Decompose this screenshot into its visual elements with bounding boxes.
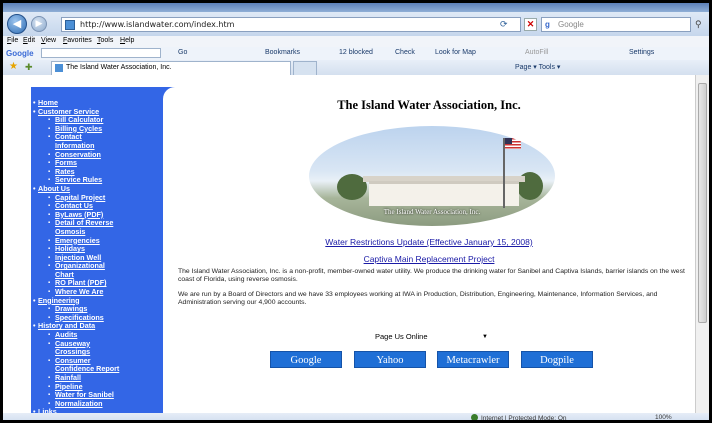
nav-emergencies[interactable]: Emergencies (31, 236, 163, 246)
google-button[interactable]: Google (270, 351, 342, 368)
title-bar (3, 3, 709, 12)
zoom-level[interactable]: 100% (655, 414, 672, 420)
nav-reverse-osmosis[interactable]: Detail of Reverse (31, 219, 163, 228)
nav-rainfall[interactable]: Rainfall (31, 373, 163, 383)
browser-window: ◀ ▶ http://www.islandwater.com/index.htm… (0, 0, 712, 423)
nav-conservation[interactable]: Conservation (31, 150, 163, 160)
vertical-scrollbar[interactable] (695, 75, 709, 413)
command-bar[interactable]: Page ▾ Tools ▾ (515, 63, 560, 71)
favorites-star-icon[interactable]: ★ (9, 61, 18, 72)
american-flag-icon (505, 138, 521, 149)
globe-icon (471, 414, 478, 420)
nav-forms[interactable]: Forms (31, 159, 163, 168)
google-toolbar: Google Go Bookmarks 12 blocked Check Loo… (3, 47, 709, 60)
security-zone-label: Internet | Protected Mode: On (481, 415, 567, 422)
nav-org-chart[interactable]: Organizational (31, 262, 163, 271)
menu-help[interactable]: Help (120, 37, 134, 44)
bookmarks-button[interactable]: Bookmarks (265, 49, 300, 56)
google-go-button[interactable]: Go (178, 49, 187, 56)
yahoo-button[interactable]: Yahoo (354, 351, 426, 368)
tab-active[interactable]: The Island Water Association, Inc. (51, 61, 291, 75)
search-icon[interactable]: ⚲ (695, 19, 702, 30)
url-input[interactable]: http://www.islandwater.com/index.htm (61, 17, 521, 32)
water-restrictions-link[interactable]: Water Restrictions Update (Effective Jan… (163, 237, 695, 247)
menu-edit[interactable]: Edit (23, 37, 35, 44)
scrollbar-thumb[interactable] (698, 83, 707, 323)
nav-audits[interactable]: Audits (31, 330, 163, 340)
tab-bar: ★ ✚ The Island Water Association, Inc. P… (3, 60, 709, 75)
status-bar: Internet | Protected Mode: On 100% (3, 413, 709, 422)
google-toolbar-logo: Google (6, 49, 34, 58)
address-bar: ◀ ▶ http://www.islandwater.com/index.htm… (3, 12, 709, 36)
search-input[interactable]: Google (541, 17, 691, 32)
nav-capital-project[interactable]: Capital Project (31, 193, 163, 203)
new-tab-button[interactable] (293, 61, 317, 75)
back-button[interactable]: ◀ (7, 14, 27, 34)
look-for-map-button[interactable]: Look for Map (435, 49, 476, 56)
popup-blocked-button[interactable]: 12 blocked (339, 49, 373, 56)
nav-engineering[interactable]: Engineering (31, 296, 163, 306)
spell-check-button[interactable]: Check (395, 49, 415, 56)
autofill-button[interactable]: AutoFill (525, 49, 548, 56)
nav-billing-cycles[interactable]: Billing Cycles (31, 124, 163, 134)
dogpile-button[interactable]: Dogpile (521, 351, 593, 368)
intro-paragraph: The Island Water Association, Inc. is a … (178, 268, 685, 284)
chevron-down-icon[interactable]: ▼ (482, 334, 488, 340)
menu-tools[interactable]: Tools (97, 37, 113, 44)
staff-paragraph: We are run by a Board of Directors and w… (178, 291, 658, 307)
captiva-project-link[interactable]: Captiva Main Replacement Project (163, 254, 695, 264)
nav-history-data[interactable]: History and Data (31, 322, 163, 331)
add-favorite-icon[interactable]: ✚ (25, 62, 33, 73)
building-photo: The Island Water Association, Inc. (309, 126, 555, 226)
menu-file[interactable]: File (7, 37, 18, 44)
tab-page-icon (55, 64, 63, 72)
nav-consumer-confidence[interactable]: Consumer (31, 356, 163, 366)
site-sidebar: Home Customer Service Bill Calculator Bi… (31, 87, 163, 417)
forward-button[interactable]: ▶ (31, 16, 47, 32)
metacrawler-button[interactable]: Metacrawler (437, 351, 509, 368)
page-icon (65, 20, 75, 30)
stop-icon[interactable]: ✕ (524, 18, 537, 31)
page-us-online-select[interactable]: Page Us Online (367, 331, 495, 343)
nav-contact[interactable]: Contact (31, 133, 163, 142)
menu-bar: File Edit View Favorites Tools Help (3, 36, 709, 47)
photo-caption: The Island Water Association, Inc. (383, 208, 481, 216)
building (369, 181, 519, 206)
settings-button[interactable]: Settings (629, 49, 654, 56)
nav-causeway[interactable]: Causeway (31, 339, 163, 349)
google-search-icon: g (545, 20, 550, 29)
nav-consumer-confidence-cont[interactable]: Confidence Report (31, 365, 163, 374)
nav-causeway-cont[interactable]: Crossings (31, 348, 163, 357)
google-toolbar-search-input[interactable] (41, 48, 161, 58)
menu-favorites[interactable]: Favorites (63, 37, 92, 44)
refresh-icon[interactable]: ⟳ (500, 19, 508, 30)
page-title: The Island Water Association, Inc. (337, 98, 521, 112)
menu-view[interactable]: View (41, 37, 56, 44)
security-zone[interactable]: Internet | Protected Mode: On (471, 414, 567, 422)
